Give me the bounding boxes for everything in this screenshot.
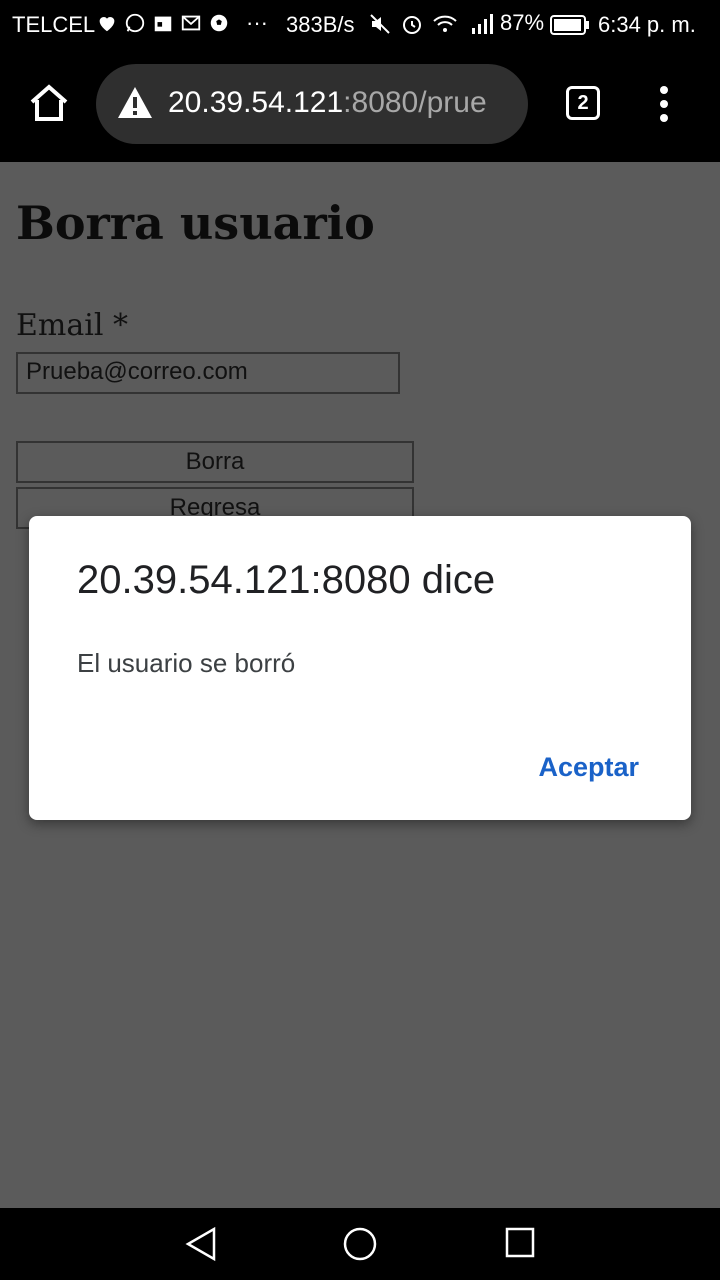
signal-icon [470,12,496,41]
page-title: Borra usuario [16,196,375,250]
dialog-title: 20.39.54.121:8080 dice [77,558,496,602]
accept-button[interactable]: Aceptar [538,752,639,783]
navigation-bar [0,1208,720,1280]
url-path: :8080/prue [343,86,487,119]
email-label: Email * [16,308,128,343]
health-icon [96,12,118,34]
notification-icons [96,12,230,34]
delete-button[interactable]: Borra [16,441,414,483]
carrier-name: TELCEL [12,12,96,37]
soccer-ball-icon [208,12,230,34]
battery-percent: 87% [500,10,545,35]
whatsapp-icon [124,12,146,34]
back-icon[interactable] [184,1226,218,1262]
recent-apps-icon[interactable] [504,1226,536,1260]
system-icons [368,12,458,41]
home-icon[interactable] [26,80,72,126]
network-speed: 383B/s [286,12,355,37]
url-host: 20.39.54.121 [168,86,344,119]
wifi-icon [432,12,458,41]
gmail-icon [180,12,202,34]
more-notifications-dots: ··· [246,10,268,35]
battery-icon [550,14,590,41]
browser-toolbar: 20.39.54.121:8080/prue 2 [0,50,720,162]
url-text[interactable]: 20.39.54.121:8080/prue [168,86,487,120]
alarm-icon [400,12,424,41]
status-bar: TELCEL ··· 383B/s 87% 6:34 p. m. [0,0,720,50]
mute-icon [368,12,392,41]
tab-switcher-button[interactable]: 2 [566,86,600,120]
overflow-menu-icon[interactable] [652,84,676,124]
clock: 6:34 p. m. [598,12,696,37]
calendar-icon [152,12,174,34]
email-input[interactable]: Prueba@correo.com [16,352,400,394]
home-circle-icon[interactable] [342,1226,378,1262]
dialog-message: El usuario se borró [77,648,296,678]
alert-dialog: 20.39.54.121:8080 dice El usuario se bor… [29,516,691,820]
warning-icon[interactable] [116,84,154,122]
url-bar[interactable]: 20.39.54.121:8080/prue [96,64,528,144]
